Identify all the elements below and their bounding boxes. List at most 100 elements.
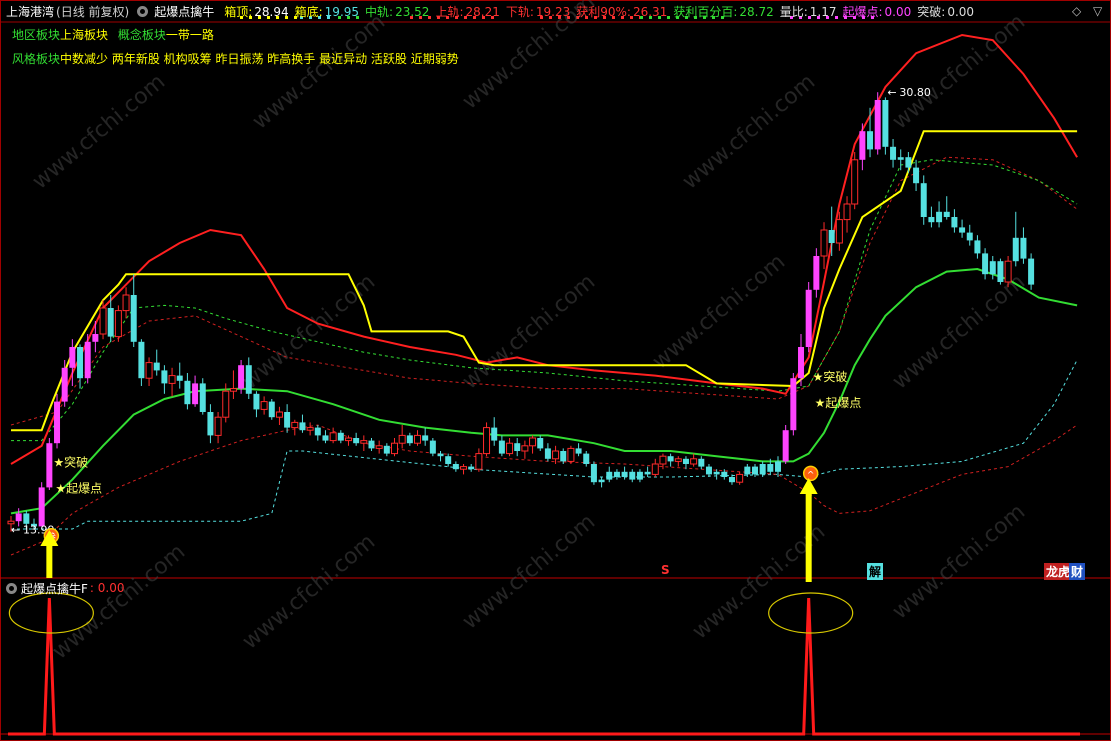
field-label: 箱顶: xyxy=(224,4,253,19)
watermark-text: www.cfchi.com xyxy=(248,9,390,134)
field-value: 1.17 xyxy=(809,4,837,19)
candle-body xyxy=(982,253,989,275)
candle-body xyxy=(1028,258,1035,285)
candle-body xyxy=(567,447,575,462)
candle-body xyxy=(306,427,314,431)
candle-body xyxy=(959,227,966,233)
candle-body xyxy=(138,341,145,379)
candle-body xyxy=(284,412,291,428)
candle-body xyxy=(651,463,659,475)
field-value: 28.72 xyxy=(739,4,774,19)
sub-indicator-name[interactable]: 起爆点擒牛F xyxy=(21,580,88,597)
candle-body xyxy=(353,438,360,444)
candle-body xyxy=(575,448,582,454)
candle-body xyxy=(805,289,812,347)
candle-body xyxy=(544,448,551,459)
candle-body xyxy=(798,347,805,379)
header-bar: 上海港湾 (日线 前复权) 起爆点擒牛 箱顶: 28.94 箱底: 19.95 中轨: 2… xyxy=(0,0,1111,22)
candle-body xyxy=(406,435,413,444)
candle-body xyxy=(598,479,605,483)
sub-signal-line xyxy=(8,597,1080,736)
watermark-text: www.cfchi.com xyxy=(48,539,190,664)
field-label: 下轨: xyxy=(505,4,534,19)
field-label: 量比: xyxy=(779,4,808,19)
candle-body xyxy=(698,458,705,467)
watermark-text: www.cfchi.com xyxy=(458,509,600,634)
candle-body xyxy=(690,458,698,465)
candle-body xyxy=(122,294,130,312)
s-tag[interactable]: S xyxy=(659,563,672,577)
candle-body xyxy=(84,341,91,379)
candle-body xyxy=(422,435,429,441)
style-tags-row: 风格板块中数减少 两年新股 机构吸筹 昨日振荡 昨高换手 最近异动 活跃股 近期… xyxy=(12,50,459,67)
style-values: 中数减少 两年新股 机构吸筹 昨日振荡 昨高换手 最近异动 活跃股 近期弱势 xyxy=(60,52,459,66)
candle-body xyxy=(659,455,667,465)
stock-name[interactable]: 上海港湾 xyxy=(6,3,54,20)
cai-tag[interactable]: 财 xyxy=(1069,563,1086,580)
candle-body xyxy=(974,240,981,254)
candle-body xyxy=(751,466,758,475)
candle-body xyxy=(890,146,897,160)
candles-layer xyxy=(7,92,1035,532)
watermark-text: www.cfchi.com xyxy=(888,499,1030,624)
lhb-tag[interactable]: 龙虎 xyxy=(1044,563,1073,580)
sub-settings-icon[interactable] xyxy=(6,582,17,594)
chevron-down-icon[interactable]: ▽ xyxy=(1093,4,1102,18)
ignition-label: ★起爆点 xyxy=(815,396,862,410)
candle-body xyxy=(375,445,383,449)
candle-body xyxy=(529,437,537,447)
candle-body xyxy=(130,295,137,342)
candle-body xyxy=(329,432,337,442)
candle-body xyxy=(229,388,237,392)
field-value: 28.21 xyxy=(465,4,500,19)
period-label[interactable]: (日线 前复权) xyxy=(56,3,129,20)
candle-body xyxy=(468,466,475,470)
diamond-icon[interactable]: ◇ xyxy=(1072,4,1081,18)
box-bottom-line xyxy=(11,359,1078,530)
candle-body xyxy=(506,442,514,455)
candle-body xyxy=(813,256,820,290)
candle-body xyxy=(744,466,751,475)
candle-body xyxy=(843,203,851,221)
candle-body xyxy=(867,131,874,150)
candle-body xyxy=(705,466,712,475)
field-value: 19.23 xyxy=(535,4,571,19)
candle-body xyxy=(667,456,674,462)
candle-body xyxy=(253,393,260,410)
candle-body xyxy=(192,383,199,405)
candle-body xyxy=(859,131,866,160)
candle-body xyxy=(552,450,560,460)
profit100-line xyxy=(11,159,1078,442)
field-label: 箱底: xyxy=(294,4,323,19)
breakout-label: ★突破 xyxy=(53,455,88,470)
candle-body xyxy=(445,456,452,464)
indicator-values: 箱顶: 28.94 箱底: 19.95 中轨: 23.52 上轨: 28.21 下轨: 19.23… xyxy=(224,3,980,20)
candle-body xyxy=(775,461,781,472)
candle-body xyxy=(897,157,904,160)
field-value: 0.00 xyxy=(884,4,912,19)
watermark-text: www.cfchi.com xyxy=(458,269,600,394)
field-value: 23.52 xyxy=(395,4,430,19)
candle-body xyxy=(828,230,835,243)
candle-body xyxy=(636,471,643,480)
candle-body xyxy=(344,437,352,442)
candle-body xyxy=(275,411,283,418)
candle-body xyxy=(153,362,160,371)
candle-body xyxy=(69,347,76,368)
candle-body xyxy=(721,471,728,477)
settings-gear-icon[interactable] xyxy=(137,5,149,17)
concept-label: 概念板块 xyxy=(117,28,166,42)
jie-tag[interactable]: 解 xyxy=(867,563,884,580)
candle-body xyxy=(966,232,973,241)
region-label: 地区板块 xyxy=(12,28,61,42)
candle-body xyxy=(537,438,544,449)
field-value: 19.95 xyxy=(324,4,360,19)
candle-body xyxy=(882,100,889,147)
ignition-label: ★起爆点 xyxy=(55,482,102,496)
watermark-text: www.cfchi.com xyxy=(28,69,170,194)
candle-body xyxy=(77,347,84,379)
indicator-name[interactable]: 起爆点擒牛 xyxy=(154,3,214,20)
candle-body xyxy=(184,380,191,405)
candle-body xyxy=(936,211,943,223)
lower-band-line xyxy=(10,424,1078,556)
